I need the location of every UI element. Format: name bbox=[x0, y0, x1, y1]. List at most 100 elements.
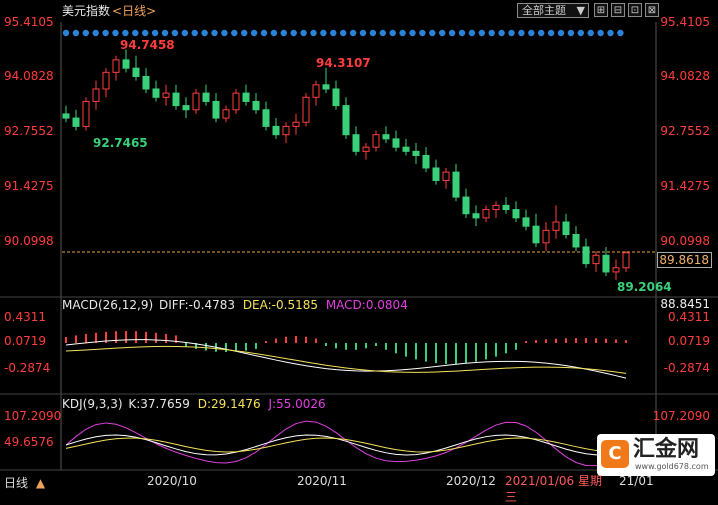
high2-marker-label: 94.3107 bbox=[316, 56, 371, 70]
macd-header: MACD(26,12,9) DIFF:-0.4783 DEA:-0.5185 M… bbox=[62, 298, 408, 312]
candle bbox=[622, 251, 630, 272]
event-dot bbox=[607, 29, 614, 37]
event-dot bbox=[488, 29, 495, 37]
event-dot bbox=[270, 29, 278, 37]
event-dot bbox=[161, 29, 169, 37]
candle bbox=[562, 213, 570, 239]
event-dot bbox=[597, 29, 604, 37]
event-dot bbox=[448, 29, 456, 37]
event-dot bbox=[369, 29, 377, 37]
macd-axis-left-0: 0.4311 bbox=[4, 310, 46, 324]
candle bbox=[252, 93, 260, 114]
event-dot bbox=[250, 29, 258, 37]
event-dot bbox=[399, 29, 406, 37]
date-label-dec: 2020/12 bbox=[446, 474, 496, 488]
macd-dea-line bbox=[65, 345, 627, 374]
candle bbox=[422, 147, 430, 173]
kdj-k: K:37.7659 bbox=[128, 397, 190, 411]
event-dot bbox=[340, 29, 347, 37]
macd-title: MACD(26,12,9) bbox=[62, 298, 154, 312]
event-dot bbox=[92, 29, 99, 37]
event-dot bbox=[260, 29, 268, 37]
candle bbox=[612, 259, 620, 280]
event-dot bbox=[439, 29, 446, 37]
candle bbox=[292, 113, 300, 135]
high-marker-label: 94.7458 bbox=[120, 38, 175, 52]
macd-axis-top: 88.8451 bbox=[660, 297, 710, 311]
period-selector[interactable]: 日线 ▲ bbox=[4, 474, 45, 491]
candle bbox=[242, 84, 250, 106]
event-dot bbox=[518, 29, 525, 37]
candle bbox=[542, 222, 550, 252]
event-dot bbox=[151, 29, 159, 37]
event-dot bbox=[429, 29, 436, 37]
candle bbox=[122, 49, 130, 73]
macd-axis-left-1: 0.0719 bbox=[4, 334, 46, 348]
kdj-j-line bbox=[65, 420, 627, 467]
candle bbox=[62, 105, 70, 123]
candle bbox=[392, 130, 400, 152]
candle bbox=[182, 97, 190, 119]
chevron-up-icon: ▲ bbox=[35, 476, 46, 490]
macd-diff: DIFF:-0.4783 bbox=[158, 298, 235, 312]
candle bbox=[342, 97, 350, 139]
candle bbox=[352, 126, 360, 156]
event-dot bbox=[498, 29, 505, 37]
candle bbox=[572, 226, 580, 252]
cursor-date: 2021/01/06 星期三 bbox=[505, 474, 602, 504]
event-dot bbox=[359, 29, 367, 37]
event-dot bbox=[389, 29, 396, 37]
candle bbox=[382, 126, 390, 144]
event-dot bbox=[478, 29, 485, 37]
event-dot bbox=[468, 29, 476, 37]
kdj-group bbox=[65, 420, 627, 467]
event-dots-row bbox=[62, 29, 624, 37]
candle bbox=[282, 122, 290, 144]
candle bbox=[402, 138, 410, 156]
candle bbox=[502, 197, 510, 214]
event-dot bbox=[231, 29, 238, 37]
event-dot bbox=[330, 29, 337, 37]
event-dot bbox=[538, 29, 545, 37]
event-dot bbox=[290, 29, 297, 37]
candle bbox=[322, 67, 330, 94]
kdj-header: KDJ(9,3,3) K:37.7659 D:29.1476 J:55.0026 bbox=[62, 397, 326, 411]
event-dot bbox=[201, 29, 208, 37]
candle bbox=[492, 201, 500, 218]
event-dot bbox=[349, 29, 357, 37]
brand-url: www.gold678.com bbox=[635, 462, 709, 471]
macd-dea: DEA:-0.5185 bbox=[242, 298, 318, 312]
event-dot bbox=[300, 29, 307, 37]
kdj-axis-right-0: 107.2090 bbox=[652, 409, 710, 423]
event-dot bbox=[132, 29, 139, 37]
candle bbox=[72, 109, 80, 131]
candle bbox=[162, 84, 170, 106]
kdj-title: KDJ(9,3,3) bbox=[62, 397, 123, 411]
candle bbox=[232, 88, 240, 114]
candle bbox=[522, 209, 530, 231]
macd-group bbox=[65, 331, 627, 379]
brand-watermark: C 汇金网 www.gold678.com bbox=[597, 434, 715, 476]
event-dot bbox=[102, 29, 109, 37]
candle bbox=[302, 93, 310, 127]
event-dot bbox=[142, 29, 149, 37]
event-dot bbox=[587, 29, 594, 37]
date-label-jan: 21/01 bbox=[619, 474, 654, 488]
candle bbox=[532, 213, 540, 247]
chart-canvas bbox=[0, 22, 718, 471]
candle bbox=[472, 205, 480, 227]
kdj-axis-left-0: 107.2090 bbox=[4, 409, 62, 423]
kdj-j: J:55.0026 bbox=[268, 397, 326, 411]
candle bbox=[272, 118, 280, 139]
date-label-nov: 2020/11 bbox=[297, 474, 347, 488]
macd-value: MACD:0.0804 bbox=[325, 298, 408, 312]
event-dot bbox=[409, 29, 416, 37]
event-dot bbox=[171, 29, 179, 37]
candle bbox=[332, 80, 340, 110]
event-dot bbox=[191, 29, 198, 37]
event-dot bbox=[567, 29, 575, 37]
chart-window: 美元指数 <日线> 全部主题 ▼ ⊞ ⊟ ⊡ ⊠ 95.4105 94.0828 … bbox=[0, 0, 718, 504]
candle bbox=[172, 84, 180, 110]
macd-axis-left-2: -0.2874 bbox=[4, 361, 51, 375]
candle bbox=[192, 88, 200, 114]
